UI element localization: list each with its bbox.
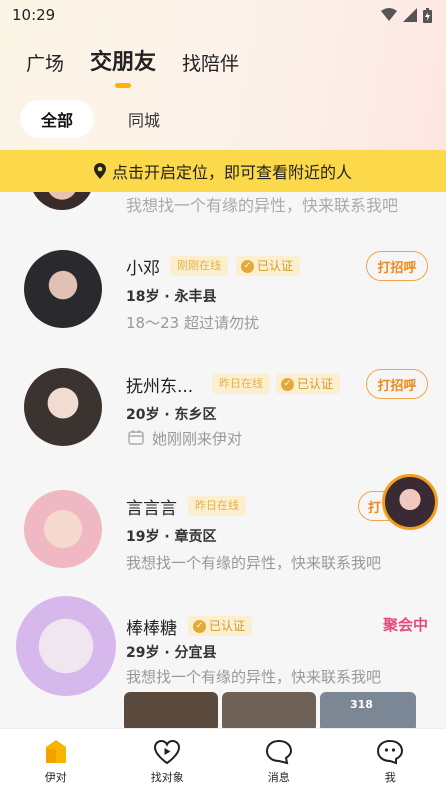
list-item[interactable]: 抚州东... 昨日在线 ✓ 已认证 打招呼 20岁 · 东乡区 她刚刚来伊对: [0, 356, 446, 466]
greet-button[interactable]: 打招呼: [366, 251, 428, 281]
list-item[interactable]: 棒棒糖 ✓ 已认证 聚会中 29岁 · 分宜县 我想找一个有缘的异性，快来联系我吧…: [0, 596, 446, 728]
user-info: 20岁 · 东乡区: [126, 407, 217, 423]
user-name: 棒棒糖: [126, 619, 177, 639]
verified-badge: ✓ 已认证: [188, 616, 253, 636]
tab-plaza[interactable]: 广场: [26, 49, 64, 76]
user-name: 抚州东...: [126, 377, 194, 397]
top-tabs: 广场 交朋友 找陪伴: [26, 44, 265, 88]
location-banner-text: 点击开启定位，即可查看附近的人: [111, 163, 352, 182]
heart-play-icon: [154, 739, 181, 765]
online-status-badge: 刚刚在线: [170, 256, 228, 276]
location-pin-icon: [93, 163, 106, 179]
nav-item-me[interactable]: 我: [335, 729, 446, 793]
bottom-nav: 伊对 找对象 消息 我: [0, 728, 446, 793]
battery-icon: [423, 7, 432, 23]
avatar[interactable]: [24, 250, 102, 328]
online-status-badge: 昨日在线: [212, 374, 270, 394]
wifi-icon: [381, 8, 397, 21]
home-icon: [45, 740, 66, 763]
avatar[interactable]: [24, 368, 102, 446]
subtab-same-city[interactable]: 同城: [128, 107, 160, 131]
verified-icon: ✓: [241, 259, 254, 273]
user-feed: 我想找一个有缘的异性，快来联系我吧 小邓 刚刚在线 ✓ 已认证 打招呼 18岁 ·…: [0, 192, 446, 728]
verified-badge: ✓ 已认证: [276, 374, 341, 394]
user-desc: 她刚刚来伊对: [152, 430, 243, 448]
greet-button[interactable]: 打招呼: [366, 369, 428, 399]
status-icons: [381, 7, 432, 23]
profile-face-icon: [377, 739, 404, 765]
user-name: 言言言: [126, 499, 177, 519]
user-desc: 我想找一个有缘的异性，快来联系我吧: [126, 668, 382, 686]
thumbnail-sign-text: 318: [350, 698, 373, 711]
avatar[interactable]: [30, 192, 94, 210]
photo-thumbnail[interactable]: 318: [320, 692, 416, 728]
verified-icon: ✓: [281, 377, 294, 391]
user-desc: 我想找一个有缘的异性，快来联系我吧: [126, 196, 399, 215]
list-item[interactable]: 言言言 昨日在线 打 19岁 · 章贡区 我想找一个有缘的异性，快来联系我吧: [0, 476, 446, 586]
verified-badge: ✓ 已认证: [236, 256, 301, 276]
tab-companion[interactable]: 找陪伴: [182, 49, 239, 76]
status-time: 10:29: [12, 6, 56, 24]
floating-avatar[interactable]: [382, 474, 438, 530]
nav-item-messages[interactable]: 消息: [223, 729, 335, 793]
party-status-tag: 聚会中: [382, 616, 428, 634]
list-item[interactable]: 小邓 刚刚在线 ✓ 已认证 打招呼 18岁 · 永丰县 18～23 超过请勿扰: [0, 236, 446, 346]
signal-icon: [403, 8, 417, 22]
online-status-badge: 昨日在线: [188, 496, 246, 516]
verified-icon: ✓: [193, 619, 206, 633]
nav-item-yidui[interactable]: 伊对: [0, 729, 112, 793]
subtab-all[interactable]: 全部: [20, 100, 94, 138]
location-banner[interactable]: 点击开启定位，即可查看附近的人: [0, 150, 446, 192]
avatar[interactable]: [24, 490, 102, 568]
user-desc: 我想找一个有缘的异性，快来联系我吧: [126, 554, 382, 572]
user-name: 小邓: [126, 259, 160, 279]
user-info: 19岁 · 章贡区: [126, 529, 217, 545]
sub-tabs: 全部 同城: [20, 100, 160, 138]
tab-make-friends[interactable]: 交朋友: [90, 44, 156, 88]
nav-item-find-match[interactable]: 找对象: [112, 729, 224, 793]
tab-active-indicator: [115, 83, 132, 88]
user-info: 18岁 · 永丰县: [126, 289, 217, 305]
user-info: 29岁 · 分宜县: [126, 645, 217, 661]
avatar[interactable]: [16, 596, 116, 696]
nav-label: 伊对: [44, 771, 67, 784]
list-item[interactable]: 我想找一个有缘的异性，快来联系我吧: [0, 192, 446, 216]
user-desc: 18～23 超过请勿扰: [126, 314, 259, 332]
calendar-icon: [128, 429, 144, 449]
nav-label: 消息: [267, 771, 290, 784]
chat-bubble-icon: [265, 739, 292, 765]
photo-thumbnail[interactable]: [124, 692, 218, 728]
nav-label: 找对象: [150, 771, 184, 784]
photo-thumbnail[interactable]: [222, 692, 316, 728]
nav-label: 我: [384, 771, 396, 784]
status-bar: 10:29: [0, 0, 446, 30]
